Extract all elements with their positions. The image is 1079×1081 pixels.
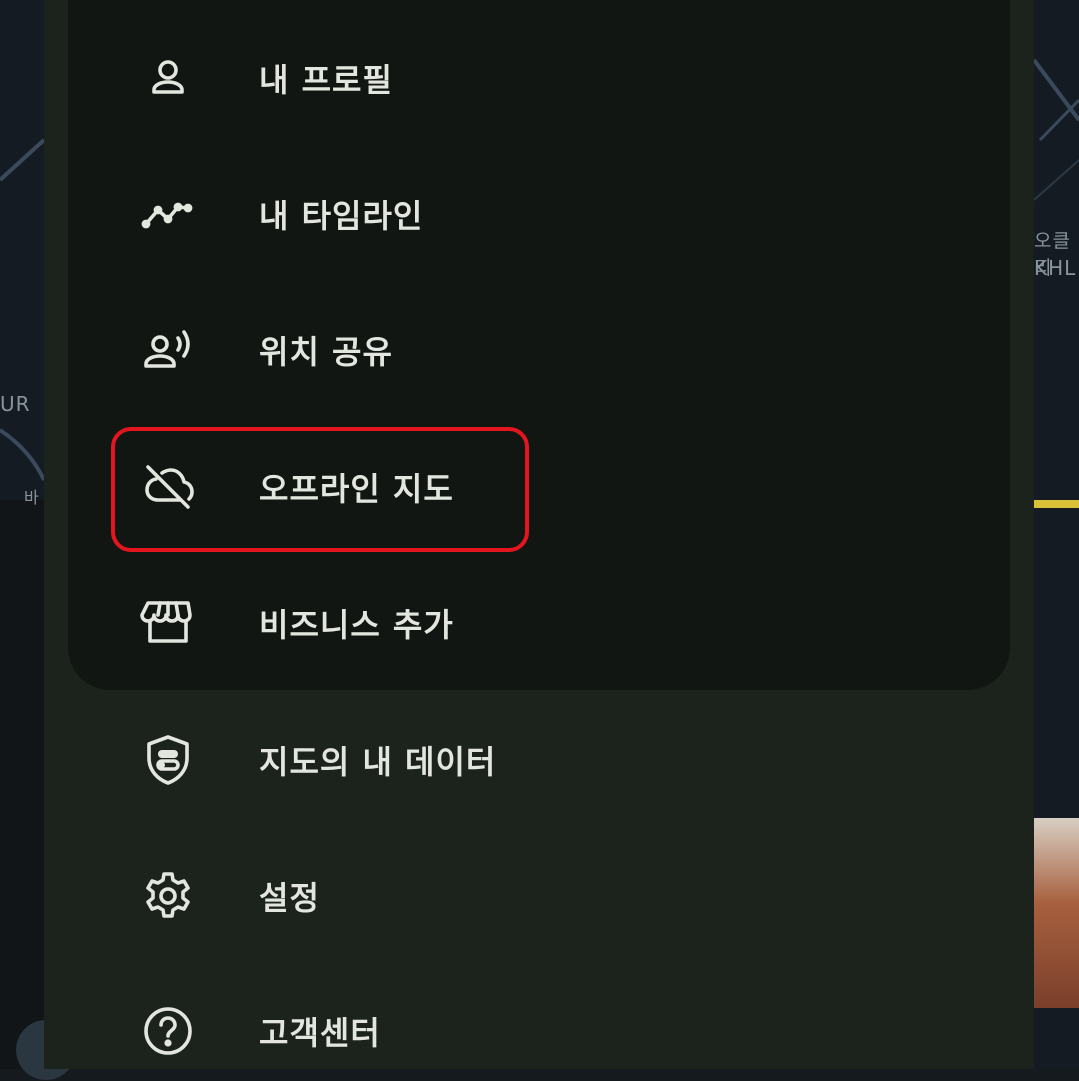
menu-item-settings[interactable]: 설정 xyxy=(68,846,1010,946)
menu-item-label: 설정 xyxy=(259,879,320,917)
storefront-icon xyxy=(140,595,196,651)
menu-item-add-business[interactable]: 비즈니스 추가 xyxy=(68,573,1010,673)
menu-item-my-profile[interactable]: 내 프로필 xyxy=(68,28,1010,128)
card-edge xyxy=(1034,500,1079,508)
map-label-khl: KHL xyxy=(1034,256,1077,280)
location-sharing-icon xyxy=(140,322,196,378)
menu-item-your-data-in-maps[interactable]: 지도의 내 데이터 xyxy=(68,710,1010,810)
map-label-ba: 바 xyxy=(24,488,40,507)
menu-item-label: 내 프로필 xyxy=(259,61,393,99)
menu-item-help[interactable]: 고객센터 xyxy=(68,981,1010,1081)
person-icon xyxy=(140,50,196,106)
place-photo-edge[interactable] xyxy=(1034,818,1079,1008)
menu-item-label: 비즈니스 추가 xyxy=(259,606,454,644)
shield-toggle-icon xyxy=(140,732,196,788)
menu-item-my-timeline[interactable]: 내 타임라인 xyxy=(68,164,1010,264)
map-label-ur: UR xyxy=(0,392,31,416)
menu-item-label: 고객센터 xyxy=(259,1014,381,1052)
timeline-icon xyxy=(140,186,196,242)
menu-item-label: 위치 공유 xyxy=(259,333,393,371)
gear-icon xyxy=(140,868,196,924)
menu-item-label: 내 타임라인 xyxy=(259,197,424,235)
menu-item-label: 지도의 내 데이터 xyxy=(259,743,497,781)
help-icon xyxy=(140,1003,196,1059)
menu-item-location-sharing[interactable]: 위치 공유 xyxy=(68,300,1010,400)
highlight-box xyxy=(111,427,529,552)
